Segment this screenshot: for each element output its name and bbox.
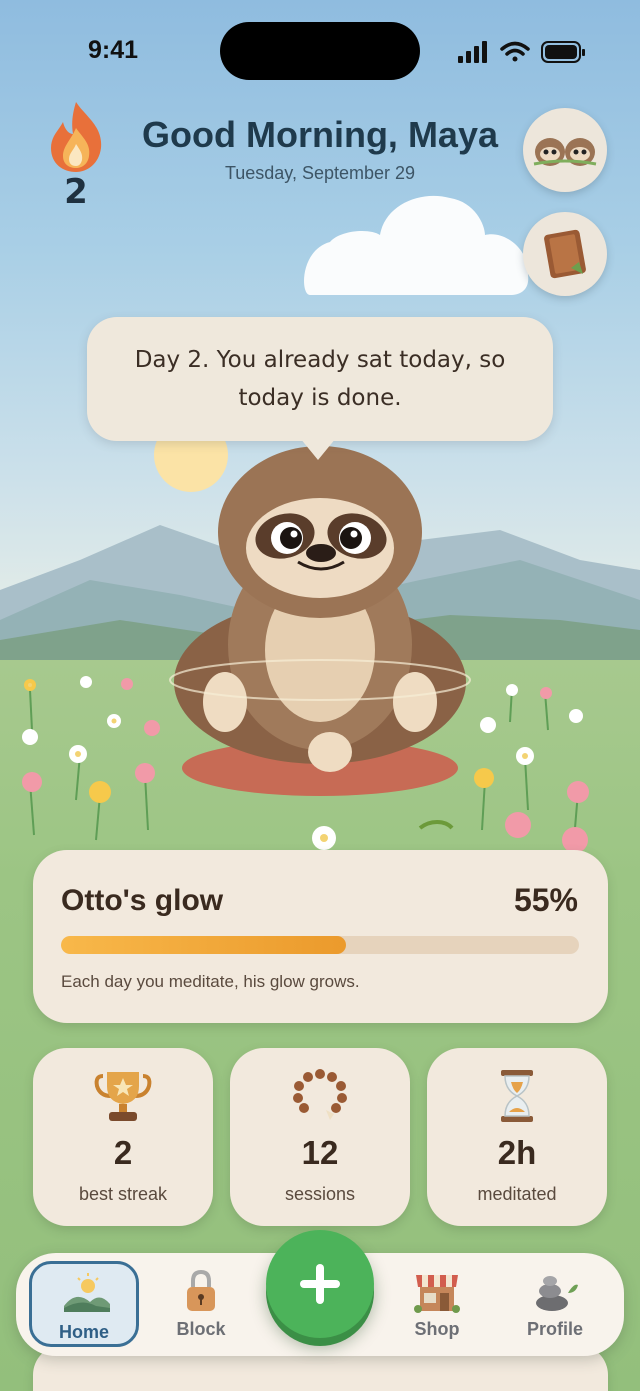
tab-label: Home — [58, 1322, 109, 1342]
greeting-title: Good Morning, Maya — [142, 114, 498, 155]
glow-percent: 55% — [513, 882, 578, 918]
journal-button[interactable] — [523, 212, 607, 296]
battery-icon — [541, 41, 585, 63]
tab-label: Shop — [414, 1319, 460, 1339]
status-time: 9:41 — [88, 36, 139, 64]
stat-label: meditated — [477, 1184, 557, 1204]
stat-label: sessions — [284, 1184, 356, 1204]
speech-bubble-tail — [300, 438, 336, 460]
add-session-button[interactable] — [266, 1230, 374, 1338]
lock-icon — [187, 1269, 215, 1311]
stat-card-streak: 2 best streak — [33, 1048, 213, 1226]
glow-caption: Each day you meditate, his glow grows. — [61, 972, 360, 991]
trophy-icon — [94, 1072, 152, 1121]
stat-card-meditated: 2h meditated — [427, 1048, 607, 1226]
status-icons — [458, 41, 585, 63]
hourglass-icon — [501, 1070, 533, 1122]
speech-bubble: Day 2. You already sat today, so today i… — [87, 317, 553, 441]
plus-icon — [300, 1264, 340, 1304]
stat-value: 12 — [301, 1134, 339, 1171]
sloth-friends-icon — [533, 138, 597, 166]
book-icon — [544, 229, 586, 279]
tab-block[interactable]: Block — [146, 1261, 256, 1347]
glow-card: Otto's glow 55% Each day you meditate, h… — [33, 850, 608, 1023]
tab-label: Block — [176, 1319, 226, 1339]
glow-progress-bar — [61, 936, 579, 954]
tab-home[interactable]: Home — [29, 1261, 139, 1347]
date-label: Tuesday, September 29 — [224, 163, 416, 183]
stat-label: best streak — [78, 1184, 168, 1204]
glow-title: Otto's glow — [61, 884, 224, 917]
streak-indicator[interactable]: 2 — [40, 100, 112, 212]
dynamic-island — [220, 22, 420, 80]
tab-label: Profile — [526, 1319, 583, 1339]
tab-profile[interactable]: Profile — [500, 1261, 610, 1347]
sloth-mascot — [169, 446, 471, 796]
signal-icon — [458, 41, 487, 63]
shop-icon — [414, 1275, 460, 1313]
friends-button[interactable] — [523, 108, 607, 192]
flame-icon — [51, 102, 102, 172]
stones-icon — [536, 1276, 578, 1311]
tab-shop[interactable]: Shop — [382, 1261, 492, 1347]
cloud — [304, 195, 529, 295]
prayer-beads-icon — [293, 1069, 347, 1120]
streak-count: 2 — [64, 172, 88, 212]
stat-card-sessions: 12 sessions — [230, 1048, 410, 1226]
home-landscape-icon — [64, 1273, 110, 1312]
stat-value: 2h — [497, 1134, 537, 1171]
wifi-icon — [500, 41, 530, 62]
glow-progress-fill — [61, 936, 346, 954]
stat-value: 2 — [113, 1134, 133, 1171]
